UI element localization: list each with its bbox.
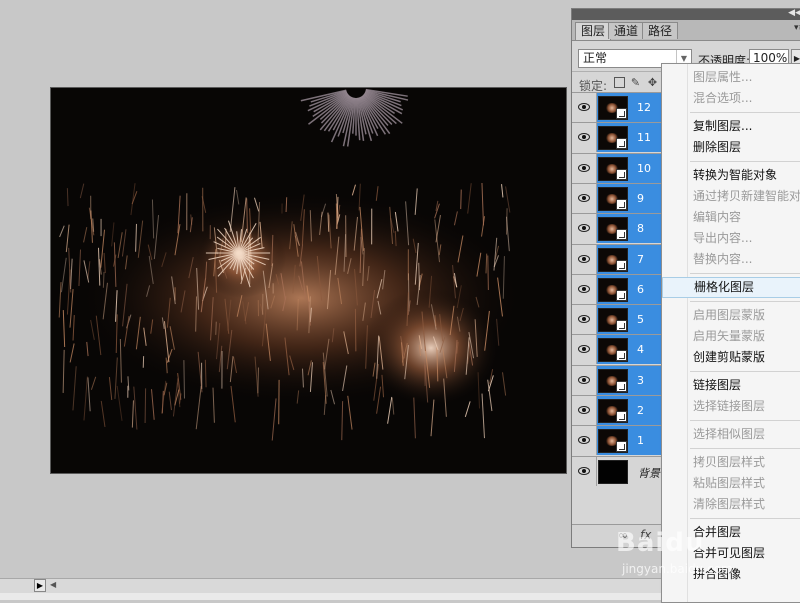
smart-object-icon xyxy=(616,411,627,422)
menu-item[interactable]: 复制图层... xyxy=(662,116,800,137)
menu-item[interactable]: 栅格化图层 xyxy=(662,277,800,298)
eye-icon xyxy=(578,467,590,475)
scroll-right-arrow-icon[interactable]: ▶ xyxy=(34,579,46,592)
menu-separator xyxy=(690,301,800,302)
smart-object-icon xyxy=(616,199,627,210)
menu-item[interactable]: 混合选项... xyxy=(662,88,800,109)
visibility-toggle[interactable] xyxy=(572,366,597,395)
layer-name[interactable]: 12 xyxy=(637,101,651,114)
menu-separator xyxy=(690,161,800,162)
layer-name[interactable]: 4 xyxy=(637,343,644,356)
smart-object-icon xyxy=(616,350,627,361)
menu-separator xyxy=(690,518,800,519)
menu-item[interactable]: 选择相似图层 xyxy=(662,424,800,445)
visibility-toggle[interactable] xyxy=(572,184,597,213)
menu-item[interactable]: 删除图层 xyxy=(662,137,800,158)
baidu-watermark: Baidu jingyan.baidu.com xyxy=(610,520,790,590)
visibility-toggle[interactable] xyxy=(572,305,597,334)
visibility-toggle[interactable] xyxy=(572,214,597,243)
eye-icon xyxy=(578,285,590,293)
visibility-toggle[interactable] xyxy=(572,154,597,183)
smart-object-icon xyxy=(616,320,627,331)
visibility-toggle[interactable] xyxy=(572,426,597,455)
eye-icon xyxy=(578,345,590,353)
layer-name[interactable]: 10 xyxy=(637,162,651,175)
smart-object-icon xyxy=(616,229,627,240)
layer-name[interactable]: 8 xyxy=(637,222,644,235)
menu-item[interactable]: 导出内容... xyxy=(662,228,800,249)
layer-name[interactable]: 2 xyxy=(637,404,644,417)
smart-object-icon xyxy=(616,381,627,392)
visibility-toggle[interactable] xyxy=(572,245,597,274)
eye-icon xyxy=(578,436,590,444)
scroll-left-arrow-icon[interactable]: ◀ xyxy=(50,580,56,589)
smart-object-icon xyxy=(616,108,627,119)
menu-item[interactable]: 图层属性... xyxy=(662,67,800,88)
layer-name[interactable]: 5 xyxy=(637,313,644,326)
layer-name[interactable]: 11 xyxy=(637,131,651,144)
eye-icon xyxy=(578,406,590,414)
tab-channels[interactable]: 通道 xyxy=(608,22,644,39)
move-icon[interactable]: ✥ xyxy=(647,77,658,88)
brush-icon[interactable]: ✎ xyxy=(630,77,641,88)
menu-separator xyxy=(690,371,800,372)
menu-item[interactable]: 创建剪贴蒙版 xyxy=(662,347,800,368)
menu-item[interactable]: 选择链接图层 xyxy=(662,396,800,417)
menu-item[interactable]: 粘贴图层样式 xyxy=(662,473,800,494)
panel-title-bar[interactable]: ◀◀ xyxy=(572,9,800,20)
menu-item[interactable]: 启用矢量蒙版 xyxy=(662,326,800,347)
eye-icon xyxy=(578,255,590,263)
menu-item[interactable]: 编辑内容 xyxy=(662,207,800,228)
eye-icon xyxy=(578,103,590,111)
eye-icon xyxy=(578,376,590,384)
layer-thumbnail xyxy=(598,460,628,484)
panel-menu-icon[interactable]: ▾≡ xyxy=(794,23,800,33)
menu-separator xyxy=(690,420,800,421)
menu-item[interactable]: 清除图层样式 xyxy=(662,494,800,515)
menu-item[interactable]: 替换内容... xyxy=(662,249,800,270)
watermark-brand: Baidu xyxy=(616,528,704,558)
visibility-toggle[interactable] xyxy=(572,396,597,425)
menu-item[interactable]: 拷贝图层样式 xyxy=(662,452,800,473)
eye-icon xyxy=(578,224,590,232)
visibility-toggle[interactable] xyxy=(572,275,597,304)
visibility-toggle[interactable] xyxy=(572,335,597,364)
layer-name[interactable]: 9 xyxy=(637,192,644,205)
visibility-toggle[interactable] xyxy=(572,123,597,152)
lock-transparent-icon[interactable] xyxy=(614,77,625,88)
fireworks-image xyxy=(51,88,566,473)
menu-separator xyxy=(690,448,800,449)
eye-icon xyxy=(578,164,590,172)
menu-item[interactable]: 启用图层蒙版 xyxy=(662,305,800,326)
eye-icon xyxy=(578,315,590,323)
layer-name[interactable]: 3 xyxy=(637,374,644,387)
smart-object-icon xyxy=(616,290,627,301)
layer-name[interactable]: 7 xyxy=(637,253,644,266)
layer-name[interactable]: 背景 xyxy=(638,465,660,481)
menu-separator xyxy=(690,112,800,113)
panel-tabs: 图层 通道 路径 ▾≡ xyxy=(572,20,800,41)
tab-layers[interactable]: 图层 xyxy=(575,22,611,40)
visibility-toggle[interactable] xyxy=(572,93,597,122)
eye-icon xyxy=(578,194,590,202)
watermark-url: jingyan.baidu.com xyxy=(622,562,733,576)
collapse-panel-icon[interactable]: ◀◀ xyxy=(788,8,800,18)
menu-item[interactable]: 转换为智能对象 xyxy=(662,165,800,186)
smart-object-icon xyxy=(616,138,627,149)
menu-item[interactable]: 链接图层 xyxy=(662,375,800,396)
smart-object-icon xyxy=(616,441,627,452)
layer-name[interactable]: 6 xyxy=(637,283,644,296)
layer-name[interactable]: 1 xyxy=(637,434,644,447)
document-canvas[interactable] xyxy=(50,87,567,474)
tab-paths[interactable]: 路径 xyxy=(642,22,678,39)
smart-object-icon xyxy=(616,260,627,271)
smart-object-icon xyxy=(616,169,627,180)
menu-separator xyxy=(690,273,800,274)
visibility-toggle[interactable] xyxy=(572,457,597,486)
menu-item[interactable]: 通过拷贝新建智能对象 xyxy=(662,186,800,207)
eye-icon xyxy=(578,133,590,141)
blend-mode-value: 正常 xyxy=(583,51,607,65)
